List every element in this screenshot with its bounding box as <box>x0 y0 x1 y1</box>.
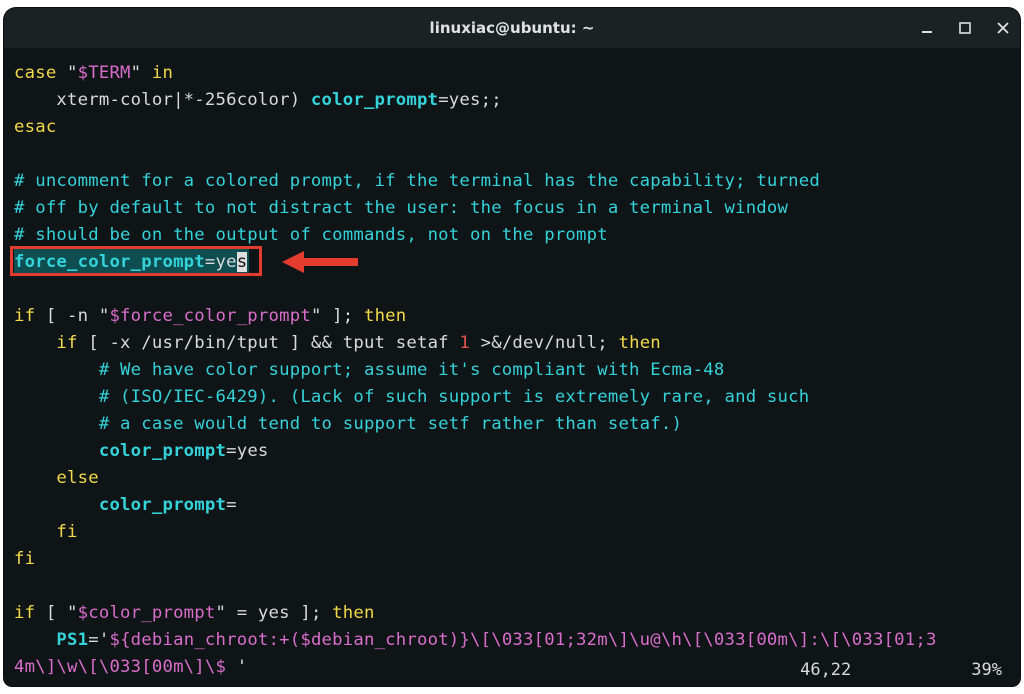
status-bar: 46,22 39% <box>800 660 1002 680</box>
terminal-content[interactable]: case "$TERM" in xterm-color|*-256color) … <box>4 48 1020 686</box>
titlebar[interactable]: linuxiac@ubuntu: ~ <box>4 8 1020 48</box>
close-button[interactable] <box>994 19 1012 37</box>
scroll-percent: 39% <box>971 660 1002 680</box>
maximize-button[interactable] <box>956 19 974 37</box>
terminal-window: linuxiac@ubuntu: ~ case "$TERM" in xterm… <box>4 8 1020 686</box>
cursor-position: 46,22 <box>800 660 851 680</box>
window-controls <box>918 8 1012 48</box>
minimize-button[interactable] <box>918 19 936 37</box>
window-title: linuxiac@ubuntu: ~ <box>430 19 595 37</box>
cursor: s <box>237 252 248 272</box>
code-text: case <box>14 63 56 83</box>
highlighted-line: force_color_prompt=yes <box>14 249 249 276</box>
